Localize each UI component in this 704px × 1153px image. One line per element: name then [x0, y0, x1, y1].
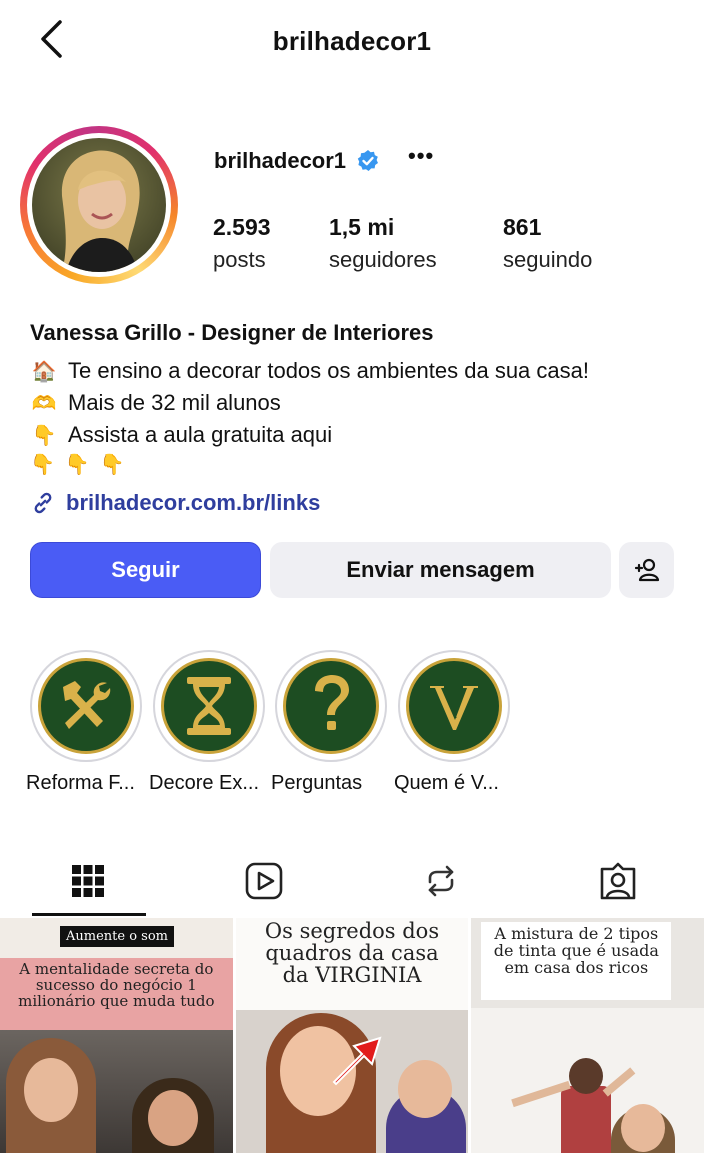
tab-reels[interactable] — [206, 846, 322, 916]
hourglass-icon — [187, 677, 231, 735]
post-caption: A mentalidade secreta do sucesso do negó… — [18, 960, 215, 1010]
send-message-button[interactable]: Enviar mensagem — [270, 542, 611, 598]
posts-label: posts — [213, 247, 266, 272]
page-title: brilhadecor1 — [272, 26, 432, 56]
active-tab-indicator — [32, 913, 146, 916]
link-text: brilhadecor.com.br/links — [66, 490, 321, 515]
highlight-label: Decore Ex... — [149, 772, 260, 794]
pointing-down-emojis: 👇👇👇 — [30, 452, 135, 476]
house-emoji: 🏠 — [31, 359, 57, 383]
following-count: 861 — [503, 214, 542, 240]
highlight-label: Perguntas — [271, 772, 363, 794]
posts-count: 2.593 — [213, 214, 271, 240]
bio-line: 🏠 Te ensino a decorar todos os ambientes… — [30, 358, 589, 384]
bio-text: Mais de 32 mil alunos — [68, 390, 281, 415]
bio-text: Te ensino a decorar todos os ambientes d… — [68, 358, 589, 383]
bio-line: 🫶 Mais de 32 mil alunos — [30, 390, 281, 416]
add-person-icon — [634, 558, 659, 582]
tools-icon — [63, 681, 111, 729]
top-bar: brilhadecor1 — [0, 0, 704, 82]
post-caption: A mistura de 2 tipos de tinta que é usad… — [493, 924, 659, 977]
verified-badge-icon — [357, 150, 379, 171]
stat-posts[interactable]: 2.593 posts — [213, 214, 271, 273]
question-icon — [315, 675, 349, 730]
link-icon — [34, 492, 52, 514]
tab-tagged[interactable] — [560, 846, 676, 916]
tab-reposts[interactable] — [383, 846, 499, 916]
highlight-quem-e[interactable]: Quem é V... — [394, 650, 510, 794]
profile-tabs — [0, 846, 704, 916]
post-thumbnail[interactable]: Aumente o som A mentalidade secreta do s… — [0, 918, 233, 1153]
highlight-reforma[interactable]: Reforma F... — [26, 650, 142, 794]
profile-avatar[interactable] — [20, 126, 178, 284]
highlight-decore[interactable]: Decore Ex... — [149, 650, 265, 794]
following-label: seguindo — [503, 247, 593, 272]
stat-followers[interactable]: 1,5 mi seguidores — [329, 214, 437, 273]
profile-username: brilhadecor1 — [214, 148, 347, 173]
post-caption: Os segredos dos quadros da casa da VIRGI… — [264, 919, 440, 988]
bio-line: 👇 Assista a aula gratuita aqui — [30, 422, 333, 448]
posts-grid: Aumente o som A mentalidade secreta do s… — [0, 918, 704, 1153]
heart-hands-emoji: 🫶 — [31, 391, 57, 415]
highlight-label: Reforma F... — [26, 772, 135, 794]
tagged-person-icon — [600, 862, 636, 900]
suggest-users-button[interactable] — [619, 542, 674, 598]
avatar-image — [32, 138, 166, 272]
followers-count: 1,5 mi — [329, 214, 395, 240]
bio-text: Assista a aula gratuita aqui — [68, 422, 333, 447]
pointing-down-emoji: 👇 — [31, 423, 57, 447]
profile-link[interactable]: brilhadecor.com.br/links — [30, 490, 320, 516]
post-tag: Aumente o som — [60, 926, 174, 947]
arrow-icon — [332, 1036, 382, 1086]
username-row: brilhadecor1 ••• — [214, 145, 434, 174]
stat-following[interactable]: 861 seguindo — [503, 214, 592, 273]
post-thumbnail[interactable]: A mistura de 2 tipos de tinta que é usad… — [471, 918, 704, 1153]
highlight-label: Quem é V... — [394, 772, 499, 794]
more-options-icon[interactable]: ••• — [408, 145, 434, 167]
reels-icon — [245, 862, 283, 900]
follow-button[interactable]: Seguir — [30, 542, 261, 598]
tab-posts-grid[interactable] — [30, 846, 146, 916]
post-thumbnail[interactable]: Os segredos dos quadros da casa da VIRGI… — [235, 918, 469, 1153]
profile-display-name: Vanessa Grillo - Designer de Interiores — [30, 320, 434, 345]
grid-icon — [72, 865, 104, 897]
repost-icon — [428, 865, 454, 897]
highlight-perguntas[interactable]: Perguntas — [271, 650, 387, 794]
followers-label: seguidores — [329, 247, 437, 272]
letter-v-icon — [430, 686, 478, 730]
